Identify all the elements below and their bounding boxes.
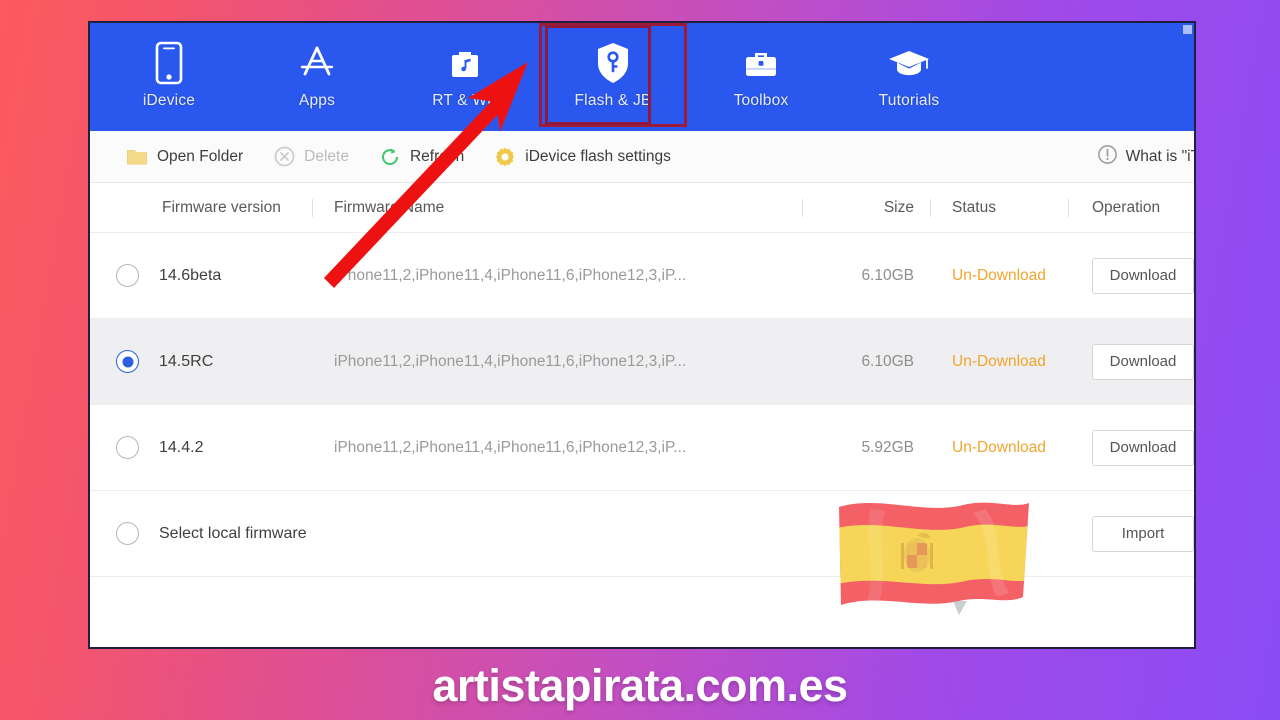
firmware-operation-cell: Download — [1068, 233, 1194, 318]
download-button[interactable]: Download — [1092, 257, 1194, 294]
import-button[interactable]: Import — [1092, 515, 1194, 552]
firmware-version-cell: 14.5RC — [90, 319, 312, 404]
nav-label-flash-jb: Flash & JB — [574, 92, 652, 109]
firmware-radio[interactable] — [116, 264, 139, 287]
open-folder-button[interactable]: Open Folder — [126, 146, 243, 168]
local-firmware-size-cell — [802, 491, 930, 576]
firmware-version-cell: 14.4.2 — [90, 405, 312, 490]
info-icon — [1097, 144, 1118, 170]
shield-key-icon — [593, 37, 633, 89]
delete-label: Delete — [304, 147, 349, 165]
firmware-size-cell: 6.10GB — [861, 352, 914, 370]
refresh-button[interactable]: Refresh — [379, 146, 464, 168]
appstore-icon — [296, 37, 338, 89]
site-watermark: artistapirata.com.es — [432, 660, 848, 711]
local-firmware-cell: Select local firmware — [90, 491, 312, 576]
column-header-firmware-version: Firmware version — [162, 198, 281, 216]
table-row[interactable]: 14.6beta iPhone11,2,iPhone11,4,iPhone11,… — [90, 233, 1194, 319]
nav-label-idevice: iDevice — [142, 92, 196, 109]
firmware-status-cell: Un-Download — [952, 352, 1046, 370]
nav-item-rt-wp[interactable]: RT & WP — [391, 23, 539, 127]
nav-label-toolbox: Toolbox — [733, 92, 789, 109]
firmware-size-cell: 5.92GB — [861, 438, 914, 456]
local-firmware-label: Select local firmware — [159, 524, 307, 542]
application-window: iDevice Apps RT & WP Flash & JB Toolbox … — [88, 21, 1196, 649]
firmware-version-label: 14.6beta — [159, 266, 222, 284]
refresh-icon — [379, 146, 401, 168]
select-local-firmware-row[interactable]: Select local firmware Import — [90, 491, 1194, 577]
help-label: What is "iT — [1125, 147, 1196, 165]
nav-label-rt-wp: RT & WP — [432, 92, 498, 109]
firmware-status-cell: Un-Download — [952, 438, 1046, 456]
gear-icon — [494, 146, 516, 168]
delete-button[interactable]: Delete — [273, 146, 349, 168]
help-what-is-button[interactable]: What is "iT — [1097, 144, 1196, 170]
firmware-size-cell: 6.10GB — [861, 266, 914, 284]
graduation-cap-icon — [886, 37, 932, 89]
local-firmware-radio[interactable] — [116, 522, 139, 545]
firmware-version-label: 14.4.2 — [159, 438, 204, 456]
firmware-radio[interactable] — [116, 436, 139, 459]
toolbox-icon — [740, 37, 782, 89]
idevice-flash-settings-label: iDevice flash settings — [525, 147, 671, 165]
column-header-status: Status — [930, 197, 1068, 219]
nav-item-toolbox[interactable]: Toolbox — [687, 23, 835, 127]
firmware-name-cell: iPhone11,2,iPhone11,4,iPhone11,6,iPhone1… — [334, 266, 687, 284]
folder-icon — [126, 146, 148, 168]
local-firmware-name-cell — [312, 491, 802, 576]
refresh-label: Refresh — [409, 147, 465, 165]
window-corner-marker — [1183, 25, 1192, 34]
local-firmware-operation-cell: Import — [1068, 491, 1194, 576]
main-navigation-bar: iDevice Apps RT & WP Flash & JB Toolbox … — [90, 23, 1194, 131]
nav-label-tutorials: Tutorials — [878, 92, 940, 109]
firmware-name-cell: iPhone11,2,iPhone11,4,iPhone11,6,iPhone1… — [334, 438, 687, 456]
music-bag-icon — [444, 37, 486, 89]
firmware-version-cell: 14.6beta — [90, 233, 312, 318]
local-firmware-status-cell — [930, 491, 1068, 576]
open-folder-label: Open Folder — [157, 147, 244, 165]
phone-icon — [152, 37, 186, 89]
table-row[interactable]: 14.5RC iPhone11,2,iPhone11,4,iPhone11,6,… — [90, 319, 1194, 405]
firmware-radio[interactable] — [116, 350, 139, 373]
idevice-flash-settings-button[interactable]: iDevice flash settings — [494, 146, 671, 168]
delete-icon — [273, 146, 295, 168]
column-header-operation: Operation — [1068, 197, 1194, 219]
table-header-row: Firmware version Firmware Name Size Stat… — [90, 183, 1194, 233]
download-button[interactable]: Download — [1092, 429, 1194, 466]
firmware-table: Firmware version Firmware Name Size Stat… — [90, 183, 1194, 577]
nav-item-tutorials[interactable]: Tutorials — [835, 23, 983, 127]
nav-item-flash-jb[interactable]: Flash & JB — [539, 23, 687, 127]
firmware-version-label: 14.5RC — [159, 352, 214, 370]
firmware-status-cell: Un-Download — [952, 266, 1046, 284]
firmware-operation-cell: Download — [1068, 319, 1194, 404]
table-row[interactable]: 14.4.2 iPhone11,2,iPhone11,4,iPhone11,6,… — [90, 405, 1194, 491]
firmware-operation-cell: Download — [1068, 405, 1194, 490]
firmware-name-cell: iPhone11,2,iPhone11,4,iPhone11,6,iPhone1… — [334, 352, 687, 370]
nav-label-apps: Apps — [298, 92, 336, 109]
nav-item-idevice[interactable]: iDevice — [95, 23, 243, 127]
column-header-firmware-name: Firmware Name — [312, 197, 802, 219]
nav-item-apps[interactable]: Apps — [243, 23, 391, 127]
firmware-toolbar: Open Folder Delete Refresh iDevice flash… — [90, 131, 1194, 183]
download-button[interactable]: Download — [1092, 343, 1194, 380]
column-header-size: Size — [802, 197, 930, 219]
